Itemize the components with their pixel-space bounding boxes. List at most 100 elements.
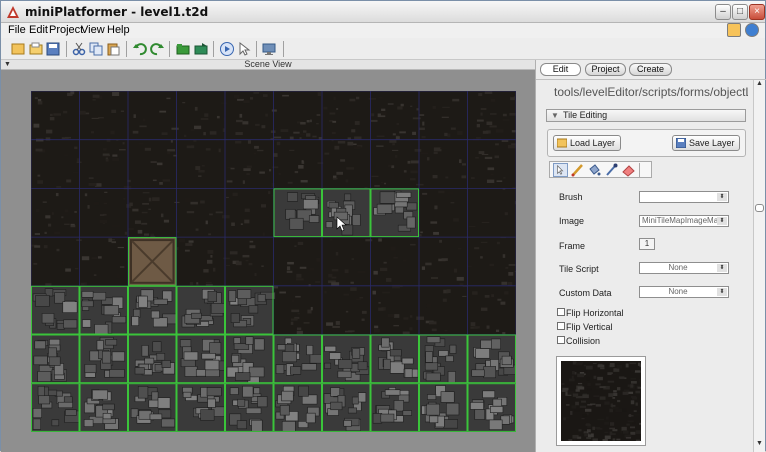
stone-tile[interactable] [371, 188, 420, 237]
collision-checkbox[interactable] [557, 336, 565, 344]
paste-icon[interactable] [105, 41, 121, 57]
stone-tile[interactable] [80, 335, 129, 384]
background-texture [324, 291, 326, 294]
background-texture [298, 313, 300, 314]
stone-tile[interactable] [31, 383, 80, 432]
tab-edit[interactable]: Edit [540, 63, 581, 76]
preview-texture [596, 404, 601, 406]
background-texture [510, 94, 514, 97]
stone-tile[interactable] [225, 286, 275, 335]
minimize-button[interactable]: – [715, 4, 731, 20]
stone-tile[interactable] [31, 286, 80, 335]
mail-icon[interactable] [727, 23, 741, 37]
stone-tile[interactable] [225, 383, 274, 432]
stone-tile[interactable] [80, 383, 129, 432]
stone-tile[interactable] [80, 286, 129, 335]
tab-project[interactable]: Project [585, 63, 626, 76]
stone-tile[interactable] [322, 335, 371, 384]
folder-open-icon[interactable] [193, 41, 209, 57]
undo-icon[interactable] [132, 41, 148, 57]
stone-tile[interactable] [274, 188, 323, 237]
preview-texture [636, 430, 641, 434]
background-texture [416, 184, 423, 186]
image-select[interactable]: MiniTileMapImageMap ⬍ [639, 215, 729, 227]
stone-tile[interactable] [177, 286, 226, 335]
background-texture [432, 329, 437, 332]
menu-help[interactable]: Help [107, 24, 130, 36]
select-tool-icon[interactable] [553, 163, 568, 177]
tile-editing-rollout[interactable]: ▼ Tile Editing [546, 109, 746, 122]
palette-divider [639, 163, 640, 177]
stone-tile[interactable] [128, 286, 177, 335]
preview-texture [586, 424, 591, 426]
stone-tile[interactable] [177, 335, 226, 384]
new-file-icon[interactable] [10, 41, 26, 57]
background-texture [93, 95, 100, 98]
title-bar[interactable]: miniPlatformer - level1.t2d – □ × [1, 1, 765, 23]
stone-tile[interactable] [128, 335, 177, 384]
save-icon[interactable] [45, 41, 61, 57]
tile-map-canvas[interactable] [31, 91, 516, 432]
stone-tile[interactable] [468, 383, 517, 432]
scroll-thumb[interactable] [755, 204, 764, 212]
background-texture [457, 131, 463, 135]
stone-tile[interactable] [419, 335, 468, 384]
tile-map[interactable] [31, 91, 516, 432]
panel-scrollbar[interactable]: ▲ ▼ [753, 80, 765, 452]
menu-edit[interactable]: Edit [29, 24, 48, 36]
load-layer-button[interactable]: Load Layer [553, 135, 621, 151]
tile-script-select[interactable]: None ⬍ [639, 262, 729, 274]
scroll-down-icon[interactable]: ▼ [754, 440, 765, 450]
flip-horizontal-checkbox[interactable] [557, 308, 565, 316]
stone-tile[interactable] [274, 383, 323, 432]
stone-tile[interactable] [468, 335, 517, 384]
pointer-icon[interactable] [236, 41, 252, 57]
preview-texture [605, 436, 611, 439]
brush-tool-icon[interactable] [570, 163, 585, 177]
brush-select[interactable]: ⬍ [639, 191, 729, 203]
stone-tile[interactable] [419, 383, 468, 432]
stone-tile[interactable] [225, 335, 274, 384]
stone-tile[interactable] [322, 188, 371, 237]
save-layer-button[interactable]: Save Layer [672, 135, 740, 151]
preview-texture [634, 414, 639, 416]
background-texture [152, 197, 160, 201]
custom-data-select[interactable]: None ⬍ [639, 286, 729, 298]
menu-file[interactable]: File [8, 24, 26, 36]
background-texture [426, 304, 431, 308]
scene-view[interactable] [1, 70, 535, 452]
monitor-icon[interactable] [261, 41, 277, 57]
redo-icon[interactable] [149, 41, 165, 57]
background-texture [141, 223, 147, 225]
eraser-tool-icon[interactable] [621, 163, 636, 177]
cut-icon[interactable] [71, 41, 87, 57]
play-icon[interactable] [219, 41, 235, 57]
stone-tile[interactable] [371, 335, 420, 384]
fill-tool-icon[interactable] [587, 163, 602, 177]
close-button[interactable]: × [749, 4, 765, 20]
menu-project[interactable]: Project [49, 24, 83, 36]
open-folder-icon[interactable] [28, 41, 44, 57]
preview-texture [593, 395, 599, 397]
maximize-button[interactable]: □ [732, 4, 748, 20]
stone-tile[interactable] [31, 335, 80, 384]
stone-tile[interactable] [274, 335, 324, 384]
tab-create[interactable]: Create [629, 63, 672, 76]
frame-field[interactable]: 1 [639, 238, 655, 250]
background-texture [352, 259, 355, 260]
info-icon[interactable] [745, 23, 759, 37]
scroll-up-icon[interactable]: ▲ [754, 80, 765, 90]
rollout-title: Tile Editing [563, 110, 607, 120]
background-texture [372, 176, 379, 177]
menu-view[interactable]: View [81, 24, 105, 36]
stone-tile[interactable] [177, 383, 226, 432]
stone-tile[interactable] [371, 383, 420, 432]
background-texture [445, 177, 448, 179]
folder-add-icon[interactable] [175, 41, 191, 57]
copy-icon[interactable] [88, 41, 104, 57]
flip-vertical-checkbox[interactable] [557, 322, 565, 330]
eyedropper-tool-icon[interactable] [604, 163, 619, 177]
stone-tile[interactable] [322, 383, 371, 432]
stone-tile[interactable] [128, 383, 177, 432]
crate-tile[interactable] [128, 237, 177, 286]
